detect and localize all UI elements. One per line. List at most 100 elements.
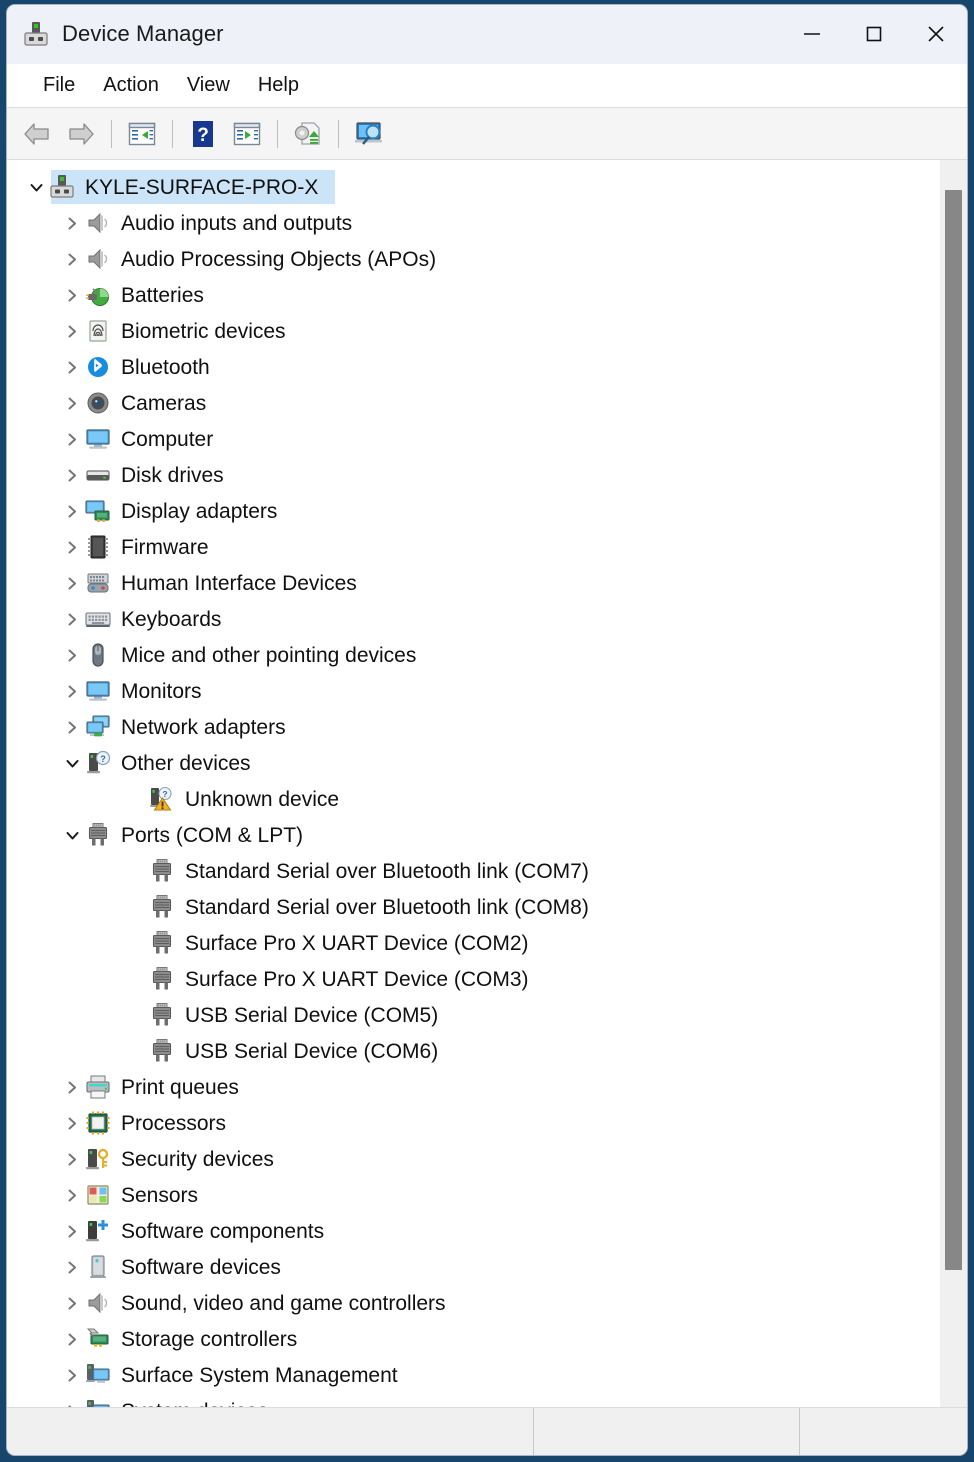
menu-view[interactable]: View bbox=[173, 71, 244, 100]
tree-item-biometric-devices[interactable]: Biometric devices bbox=[7, 313, 939, 349]
chevron-right-icon[interactable] bbox=[59, 282, 85, 308]
tree-item-audio-processing-objects-apos[interactable]: Audio Processing Objects (APOs) bbox=[7, 241, 939, 277]
chevron-right-icon[interactable] bbox=[59, 426, 85, 452]
tree-item-sound-video-and-game-controllers[interactable]: Sound, video and game controllers bbox=[7, 1285, 939, 1321]
chevron-right-icon[interactable] bbox=[59, 1074, 85, 1100]
chevron-right-icon[interactable] bbox=[59, 1218, 85, 1244]
tree-item-mice-and-other-pointing-devices[interactable]: Mice and other pointing devices bbox=[7, 637, 939, 673]
port-icon bbox=[149, 1002, 175, 1028]
tree-item-ports-com-lpt[interactable]: Ports (COM & LPT) bbox=[7, 817, 939, 853]
tree-item-network-adapters[interactable]: Network adapters bbox=[7, 709, 939, 745]
tree-item-label: Processors bbox=[121, 1111, 227, 1135]
chevron-down-icon[interactable] bbox=[23, 174, 49, 200]
menu-file[interactable]: File bbox=[29, 71, 89, 100]
svg-text:?: ? bbox=[197, 125, 209, 146]
tree-item-storage-controllers[interactable]: Storage controllers bbox=[7, 1321, 939, 1357]
tree-item-unknown-device[interactable]: ? Unknown device bbox=[7, 781, 939, 817]
chevron-right-icon[interactable] bbox=[59, 318, 85, 344]
chevron-right-icon[interactable] bbox=[59, 570, 85, 596]
firmware-chip-icon bbox=[85, 534, 111, 560]
tree-item-keyboards[interactable]: Keyboards bbox=[7, 601, 939, 637]
device-tree[interactable]: KYLE-SURFACE-PRO-X Audio inputs and outp… bbox=[7, 160, 939, 1407]
scan-for-hardware-changes-button[interactable] bbox=[347, 114, 391, 154]
monitor-icon bbox=[85, 426, 111, 452]
tree-item-label: KYLE-SURFACE-PRO-X bbox=[85, 175, 319, 199]
tree-item-disk-drives[interactable]: Disk drives bbox=[7, 457, 939, 493]
tree-item-cameras[interactable]: Cameras bbox=[7, 385, 939, 421]
back-button[interactable] bbox=[15, 114, 59, 154]
minimize-button[interactable] bbox=[781, 5, 843, 63]
chevron-right-icon[interactable] bbox=[59, 534, 85, 560]
tree-item-processors[interactable]: Processors bbox=[7, 1105, 939, 1141]
forward-button[interactable] bbox=[59, 114, 103, 154]
tree-item-batteries[interactable]: Batteries bbox=[7, 277, 939, 313]
vertical-scrollbar[interactable] bbox=[939, 160, 967, 1407]
chevron-right-icon[interactable] bbox=[59, 1290, 85, 1316]
chevron-right-icon[interactable] bbox=[59, 498, 85, 524]
chevron-right-icon[interactable] bbox=[59, 1254, 85, 1280]
tree-item-kyle-surface-pro-x[interactable]: KYLE-SURFACE-PRO-X bbox=[7, 169, 939, 205]
chevron-right-icon[interactable] bbox=[59, 714, 85, 740]
network-adapter-icon bbox=[85, 714, 111, 740]
chevron-right-icon[interactable] bbox=[59, 1110, 85, 1136]
show-hide-console-tree-button[interactable] bbox=[120, 114, 164, 154]
maximize-button[interactable] bbox=[843, 5, 905, 63]
tree-item-software-components[interactable]: Software components bbox=[7, 1213, 939, 1249]
menu-help[interactable]: Help bbox=[244, 71, 313, 100]
tree-item-standard-serial-over-bluetooth-link-com7[interactable]: Standard Serial over Bluetooth link (COM… bbox=[7, 853, 939, 889]
chevron-right-icon[interactable] bbox=[59, 1326, 85, 1352]
help-button[interactable]: ? bbox=[181, 114, 225, 154]
menu-action[interactable]: Action bbox=[89, 71, 173, 100]
status-pane-1 bbox=[7, 1408, 534, 1455]
tree-item-security-devices[interactable]: Security devices bbox=[7, 1141, 939, 1177]
chevron-right-icon[interactable] bbox=[59, 462, 85, 488]
tree-item-label: Ports (COM & LPT) bbox=[121, 823, 304, 847]
tree-item-surface-pro-x-uart-device-com3[interactable]: Surface Pro X UART Device (COM3) bbox=[7, 961, 939, 997]
toolbar: ? bbox=[7, 108, 967, 160]
computer-root-icon bbox=[49, 174, 75, 200]
monitor-icon bbox=[85, 678, 111, 704]
chevron-right-icon[interactable] bbox=[59, 1182, 85, 1208]
port-icon bbox=[85, 822, 111, 848]
svg-text:?: ? bbox=[100, 754, 106, 764]
chevron-down-icon[interactable] bbox=[59, 750, 85, 776]
other-devices-icon: ? bbox=[85, 750, 111, 776]
chevron-right-icon[interactable] bbox=[59, 678, 85, 704]
close-button[interactable] bbox=[905, 5, 967, 63]
tree-item-print-queues[interactable]: Print queues bbox=[7, 1069, 939, 1105]
tree-item-audio-inputs-and-outputs[interactable]: Audio inputs and outputs bbox=[7, 205, 939, 241]
tree-item-computer[interactable]: Computer bbox=[7, 421, 939, 457]
tree-item-surface-pro-x-uart-device-com2[interactable]: Surface Pro X UART Device (COM2) bbox=[7, 925, 939, 961]
tree-item-display-adapters[interactable]: Display adapters bbox=[7, 493, 939, 529]
tree-item-system-devices[interactable]: System devices bbox=[7, 1393, 939, 1407]
tree-item-other-devices[interactable]: ? Other devices bbox=[7, 745, 939, 781]
speaker-icon bbox=[85, 246, 111, 272]
tree-item-usb-serial-device-com5[interactable]: USB Serial Device (COM5) bbox=[7, 997, 939, 1033]
twisty-placeholder bbox=[123, 1002, 149, 1028]
tree-item-surface-system-management[interactable]: Surface System Management bbox=[7, 1357, 939, 1393]
tree-item-label: Bluetooth bbox=[121, 355, 210, 379]
chevron-right-icon[interactable] bbox=[59, 606, 85, 632]
mouse-icon bbox=[85, 642, 111, 668]
chevron-right-icon[interactable] bbox=[59, 1398, 85, 1407]
tree-item-standard-serial-over-bluetooth-link-com8[interactable]: Standard Serial over Bluetooth link (COM… bbox=[7, 889, 939, 925]
tree-item-human-interface-devices[interactable]: Human Interface Devices bbox=[7, 565, 939, 601]
tree-item-usb-serial-device-com6[interactable]: USB Serial Device (COM6) bbox=[7, 1033, 939, 1069]
status-pane-3 bbox=[800, 1408, 967, 1455]
chevron-right-icon[interactable] bbox=[59, 246, 85, 272]
tree-item-software-devices[interactable]: Software devices bbox=[7, 1249, 939, 1285]
chevron-right-icon[interactable] bbox=[59, 642, 85, 668]
tree-item-firmware[interactable]: Firmware bbox=[7, 529, 939, 565]
chevron-right-icon[interactable] bbox=[59, 354, 85, 380]
update-driver-button[interactable] bbox=[286, 114, 330, 154]
tree-item-sensors[interactable]: Sensors bbox=[7, 1177, 939, 1213]
tree-item-bluetooth[interactable]: Bluetooth bbox=[7, 349, 939, 385]
tree-item-monitors[interactable]: Monitors bbox=[7, 673, 939, 709]
chevron-down-icon[interactable] bbox=[59, 822, 85, 848]
scrollbar-thumb[interactable] bbox=[945, 190, 962, 1270]
chevron-right-icon[interactable] bbox=[59, 210, 85, 236]
chevron-right-icon[interactable] bbox=[59, 390, 85, 416]
chevron-right-icon[interactable] bbox=[59, 1362, 85, 1388]
chevron-right-icon[interactable] bbox=[59, 1146, 85, 1172]
properties-button[interactable] bbox=[225, 114, 269, 154]
